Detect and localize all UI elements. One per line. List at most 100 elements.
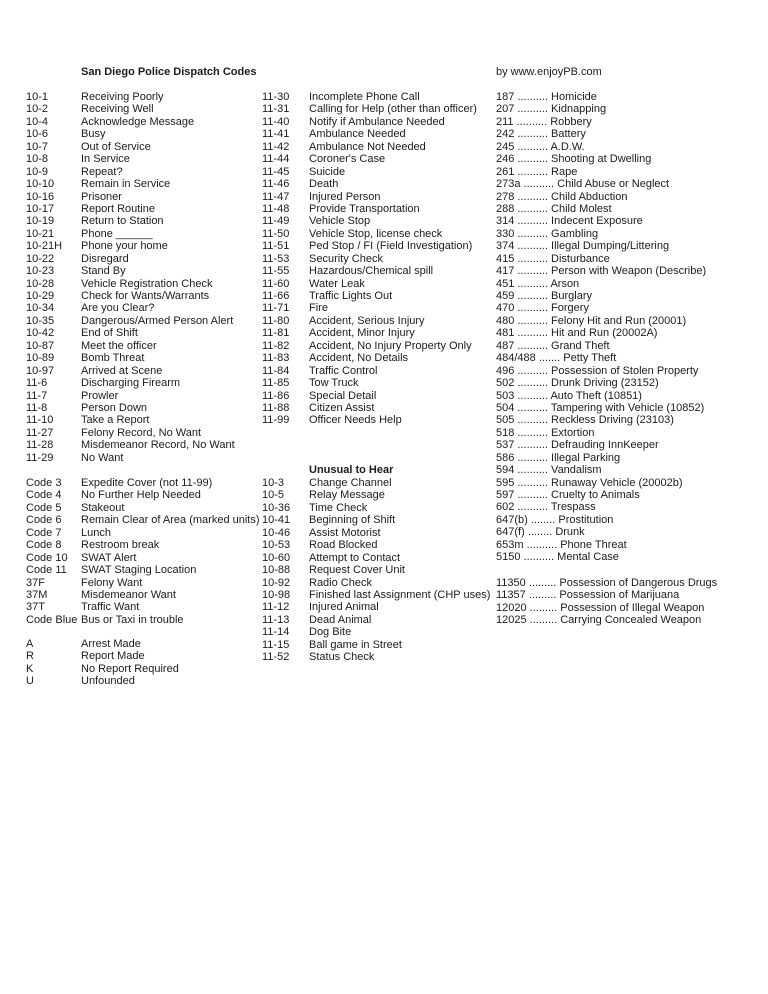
code-row: 11-50 Vehicle Stop, license check: [262, 228, 477, 240]
code-label: 602: [496, 501, 515, 514]
code-label: A: [26, 638, 34, 650]
code-description: Accident, Serious Injury: [309, 314, 425, 327]
code-row: 10-5 Relay Message: [262, 489, 490, 501]
code-row: 11-85 Tow Truck: [262, 377, 477, 389]
code-row: 10-21 Phone ______: [26, 228, 235, 240]
code-label: 11-7: [26, 389, 48, 402]
code-row: 505 .......... Reckless Driving (23103): [496, 414, 706, 426]
code-label: 10-6: [26, 128, 49, 141]
code-row: 10-10 Remain in Service: [26, 178, 235, 190]
code-description: Beginning of Shift: [309, 514, 396, 527]
code-label: K: [26, 662, 34, 675]
code-row: 37M Misdemeanor Want: [26, 589, 260, 601]
code-row: 11-12 Injured Animal: [262, 601, 490, 613]
code-description: Arrived at Scene: [81, 364, 163, 377]
code-row: Code 4 No Further Help Needed: [26, 489, 260, 501]
code-row: 10-36 Time Check: [262, 502, 490, 514]
code-label: 278: [496, 190, 515, 203]
code-label: 10-16: [26, 190, 55, 203]
code-row: Code 8 Restroom break: [26, 539, 260, 551]
code-description: Ball game in Street: [309, 638, 402, 651]
code-label: 10-28: [26, 277, 55, 290]
code-description: Homicide: [551, 91, 597, 103]
code-description: Possession of Stolen Property: [551, 364, 699, 377]
code-description: Runaway Vehicle (20002b): [551, 476, 683, 489]
code-label: 10-8: [26, 153, 49, 166]
code-row: 11-30 Incomplete Phone Call: [262, 91, 477, 103]
code-description: Report Made: [81, 650, 145, 663]
code-description: Security Check: [309, 252, 383, 265]
code-row: R Report Made: [26, 650, 179, 662]
code-label: 11-13: [262, 613, 290, 626]
code-row: 207 .......... Kidnapping: [496, 103, 706, 115]
code-description: Traffic Lights Out: [309, 290, 393, 302]
code-label: 11-66: [262, 290, 290, 302]
code-row: 502 .......... Drunk Driving (23152): [496, 377, 706, 389]
dot-leader: ..........: [517, 501, 548, 514]
dot-leader: ..........: [517, 476, 548, 489]
code-row: 11-49 Vehicle Stop: [262, 215, 477, 227]
code-description: Possession of Illegal Weapon: [560, 601, 705, 614]
code-row: 480 .......... Felony Hit and Run (20001…: [496, 315, 706, 327]
code-row: 11-71 Fire: [262, 302, 477, 314]
code-description: Petty Theft: [563, 352, 617, 365]
code-description: Remain in Service: [81, 178, 171, 191]
code-row: 11-82 Accident, No Injury Property Only: [262, 340, 477, 352]
code-label: 11-15: [262, 638, 290, 651]
code-row: 10-9 Repeat?: [26, 166, 235, 178]
code-description: Phone ______: [81, 227, 153, 240]
code-label: 10-22: [26, 252, 55, 265]
code-row: 417 .......... Person with Weapon (Descr…: [496, 265, 706, 277]
code-label: 10-60: [262, 551, 291, 564]
code-row: 503 .......... Auto Theft (10851): [496, 390, 706, 402]
code-label: 37T: [26, 601, 45, 614]
code-row: 10-4 Acknowledge Message: [26, 116, 235, 128]
code-label: 11-49: [262, 215, 290, 228]
code-row: 10-16 Prisoner: [26, 191, 235, 203]
code-label: 374: [496, 240, 515, 253]
code-label: 537: [496, 439, 515, 452]
code-description: Person Down: [81, 401, 148, 414]
code-label: 518: [496, 426, 515, 439]
code-row: 330 .......... Gambling: [496, 228, 706, 240]
code-description: No Further Help Needed: [81, 489, 201, 502]
code-row: 10-35 Dangerous/Armed Person Alert: [26, 315, 235, 327]
code-label: 10-36: [262, 501, 291, 514]
dot-leader: ..........: [517, 401, 548, 414]
code-label: 11-31: [262, 103, 290, 116]
code-row: A Arrest Made: [26, 638, 179, 650]
code-row: 10-88 Request Cover Unit: [262, 564, 490, 576]
code-label: 10-5: [262, 489, 285, 502]
code-label: 187: [496, 91, 515, 103]
dot-leader: ..........: [517, 414, 548, 427]
code-description: Death: [309, 178, 339, 191]
code-description: Citizen Assist: [309, 401, 375, 414]
code-row: 647(f) ........ Drunk: [496, 526, 706, 538]
code-label: 11-55: [262, 265, 290, 278]
code-row: 10-41 Beginning of Shift: [262, 514, 490, 526]
code-description: Phone Threat: [560, 538, 627, 551]
code-row: 10-98 Finished last Assignment (CHP uses): [262, 589, 490, 601]
code-label: 594: [496, 464, 515, 477]
code-label: 11-99: [262, 414, 290, 427]
credit-text: by www.enjoyPB.com: [496, 66, 602, 78]
code-label: Code 10: [26, 551, 68, 564]
code-row: 459 .......... Burglary: [496, 290, 706, 302]
code-label: 484/488: [496, 352, 536, 365]
code-row: 11-53 Security Check: [262, 253, 477, 265]
code-row: Code 3 Expedite Cover (not 11-99): [26, 477, 260, 489]
code-description: Meet the officer: [81, 339, 157, 352]
code-label: 11-51: [262, 240, 290, 253]
dot-leader: .........: [528, 577, 557, 589]
code-row: 11-66 Traffic Lights Out: [262, 290, 477, 302]
code-description: Ambulance Needed: [309, 128, 406, 141]
code-description: Attempt to Contact: [309, 551, 401, 564]
code-row: 11-14 Dog Bite: [262, 626, 490, 638]
code-label: 415: [496, 252, 515, 265]
code-row: 11-83 Accident, No Details: [262, 352, 477, 364]
code-label: 37M: [26, 588, 48, 601]
code-description: Acknowledge Message: [81, 115, 195, 128]
dot-leader: ........: [530, 513, 556, 526]
code-label: 10-4: [26, 115, 49, 128]
code-description: Repeat?: [81, 165, 123, 178]
